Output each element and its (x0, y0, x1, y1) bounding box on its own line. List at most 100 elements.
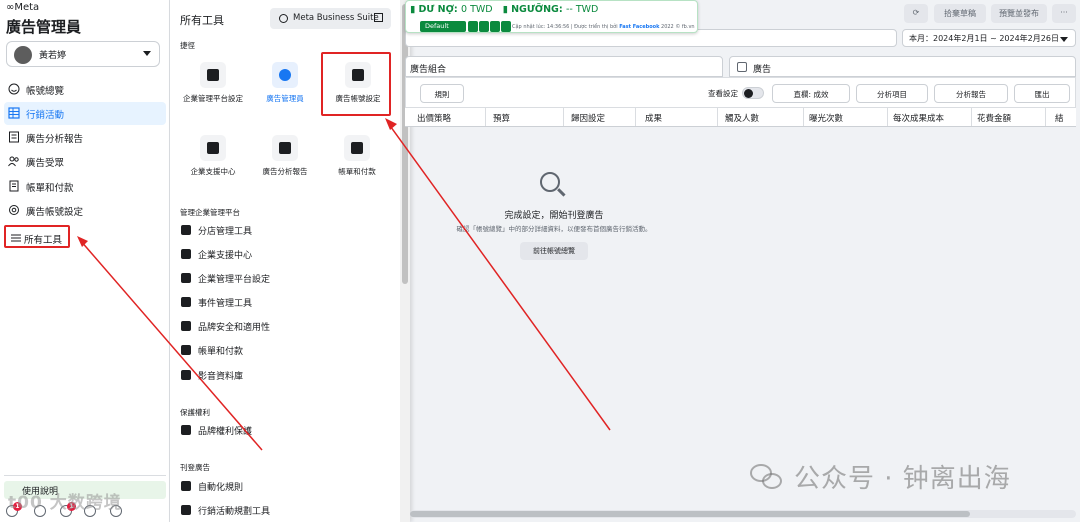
footer-brand: Fast Facebook (619, 24, 660, 30)
column-header[interactable]: 預算 (493, 112, 510, 124)
reports-dropdown[interactable]: 分析報告 (934, 84, 1008, 103)
grid-icon (8, 107, 20, 119)
balance-banner: ▮ DƯ NỢ: 0 TWD ▮ NGƯỠNG: -- TWD Default … (405, 0, 698, 33)
mbs-label: Meta Business Suite (293, 13, 379, 23)
nav-label: 廣告分析報告 (26, 134, 84, 145)
ads-manager-screen: ∞Meta 廣告管理員 黃若婷 帳號總覽 行銷活動 廣告分析報告 廣告受眾 帳單… (0, 0, 1080, 522)
refresh-button[interactable]: ⟳ (904, 4, 928, 23)
refresh-icon: ⟳ (912, 8, 920, 17)
nav-label: 帳號總覽 (26, 86, 65, 97)
tile-ad-account-settings[interactable]: 廣告帳號設定 (321, 52, 391, 116)
divider (485, 108, 486, 126)
column-header[interactable]: 結 (1055, 112, 1064, 124)
nav-item-audiences[interactable]: 廣告受眾 (4, 150, 166, 173)
default-dropdown[interactable]: Default (420, 21, 466, 32)
divider (887, 108, 888, 126)
nav-label: 行銷活動 (26, 110, 65, 121)
tool-label: 帳單和付款 (198, 347, 244, 357)
breakdown-dropdown[interactable]: 分析項目 (856, 84, 928, 103)
footer-year: 2022 © fb.vn (661, 24, 695, 30)
review-publish-button[interactable]: 預覽並發布 (991, 4, 1047, 23)
columns-dropdown[interactable]: 直欄: 成效 (772, 84, 850, 103)
footer-text: Cập nhật lúc: 14:36:56 | Được triển thị … (512, 24, 618, 30)
date-range-picker[interactable]: 本月：2024年2月1日 ~ 2024年2月26日 (902, 29, 1076, 47)
menu-icon (11, 234, 21, 242)
meta-business-suite-button[interactable]: Meta Business Suite (270, 8, 391, 29)
export-dropdown[interactable]: 匯出 (1014, 84, 1070, 103)
go-to-account-overview-button[interactable]: 前往帳號總覽 (520, 242, 588, 260)
column-header[interactable]: 曝光次數 (809, 112, 843, 124)
horizontal-scrollbar[interactable] (410, 510, 1076, 518)
account-selector[interactable]: 黃若婷 (6, 41, 160, 67)
tile-business-support[interactable]: 企業支援中心 (178, 135, 248, 193)
ad-account-settings-icon (345, 62, 371, 88)
column-header[interactable]: 每次成果成本 (893, 112, 944, 124)
planner-icon (181, 505, 191, 515)
nav-label: 廣告受眾 (26, 158, 65, 169)
tile-billing[interactable]: 帳單和付款 (322, 135, 392, 193)
tab-adsets[interactable]: 廣告組合 (405, 56, 723, 77)
hide-icon[interactable] (501, 21, 511, 32)
divider (1045, 108, 1046, 126)
image-icon (181, 370, 191, 380)
support-icon (200, 135, 226, 161)
dropdown-label: 規則 (434, 90, 450, 99)
balance-summary: ▮ DƯ NỢ: 0 TWD ▮ NGƯỠNG: -- TWD (410, 4, 598, 15)
empty-state-title: 完成設定，開始刊登廣告 (504, 211, 604, 221)
button-label: 預覽並發布 (999, 9, 1039, 18)
column-header[interactable]: 出價策略 (417, 112, 451, 124)
meta-business-suite-icon (279, 14, 288, 23)
tile-business-settings[interactable]: 企業管理平台設定 (178, 62, 248, 120)
dropdown-label: 匯出 (1034, 90, 1050, 99)
wallet-icon: ▮ (410, 4, 416, 15)
tool-label: 自動化規則 (198, 483, 244, 493)
tool-label: 分店管理工具 (198, 227, 253, 237)
watermark-right: 公众号 · 钟离出海 (794, 464, 1011, 494)
tile-ads-reporting[interactable]: 廣告分析報告 (250, 135, 320, 193)
more-button[interactable]: ··· (1052, 4, 1076, 23)
account-name: 黃若婷 (39, 51, 67, 61)
view-settings-toggle[interactable] (742, 87, 764, 99)
column-header[interactable]: 歸因設定 (571, 112, 605, 124)
nav-item-billing[interactable]: 帳單和付款 (4, 175, 166, 198)
left-navigation: ∞Meta 廣告管理員 黃若婷 帳號總覽 行銷活動 廣告分析報告 廣告受眾 帳單… (0, 0, 170, 522)
section-shortcuts: 捷徑 (180, 41, 195, 50)
tile-ads-manager[interactable]: 廣告管理員 (250, 62, 320, 120)
wechat-icon (750, 462, 786, 492)
column-header[interactable]: 觸及人數 (725, 112, 759, 124)
section-advertise: 刊登廣告 (180, 463, 210, 472)
external-link-icon (374, 13, 383, 22)
refresh-icon[interactable] (490, 21, 500, 32)
billing-icon (344, 135, 370, 161)
nav-item-ads-reporting[interactable]: 廣告分析報告 (4, 126, 166, 149)
tool-label: 影音資料庫 (198, 372, 244, 382)
nav-item-campaigns[interactable]: 行銷活動 (4, 102, 166, 125)
rules-dropdown[interactable]: 規則 (420, 84, 464, 103)
discard-drafts-button[interactable]: 拾棄草稿 (934, 4, 986, 23)
nav-item-all-tools[interactable]: 所有工具 (4, 225, 70, 248)
dropdown-label: Default (425, 22, 449, 30)
nav-item-ad-account-settings[interactable]: 廣告帳號設定 (4, 199, 166, 222)
tool-label: 企業管理平台設定 (198, 275, 271, 285)
filter-icon[interactable] (468, 21, 478, 32)
more-icon: ··· (1060, 8, 1068, 17)
divider (971, 108, 972, 126)
billing-icon (181, 345, 191, 355)
button-label: 前往帳號總覽 (533, 247, 575, 255)
edit-icon[interactable] (479, 21, 489, 32)
avatar (14, 46, 32, 64)
dropdown-label: 直欄: 成效 (793, 90, 829, 99)
column-header[interactable]: 花費金額 (977, 112, 1011, 124)
wallet-icon: ▮ (502, 4, 508, 15)
section-protect-rights: 保護權利 (180, 408, 210, 417)
nav-item-account-overview[interactable]: 帳號總覽 (4, 78, 166, 101)
scrollbar-thumb[interactable] (410, 511, 970, 517)
settings-icon (9, 205, 19, 215)
column-header[interactable]: 成果 (645, 112, 662, 124)
support-icon (181, 249, 191, 259)
tile-label: 廣告管理員 (266, 94, 304, 103)
view-settings-label: 查看設定 (708, 89, 738, 98)
tab-ads[interactable]: 廣告 (729, 56, 1076, 77)
tab-label: 廣告組合 (410, 65, 447, 75)
divider (803, 108, 804, 126)
